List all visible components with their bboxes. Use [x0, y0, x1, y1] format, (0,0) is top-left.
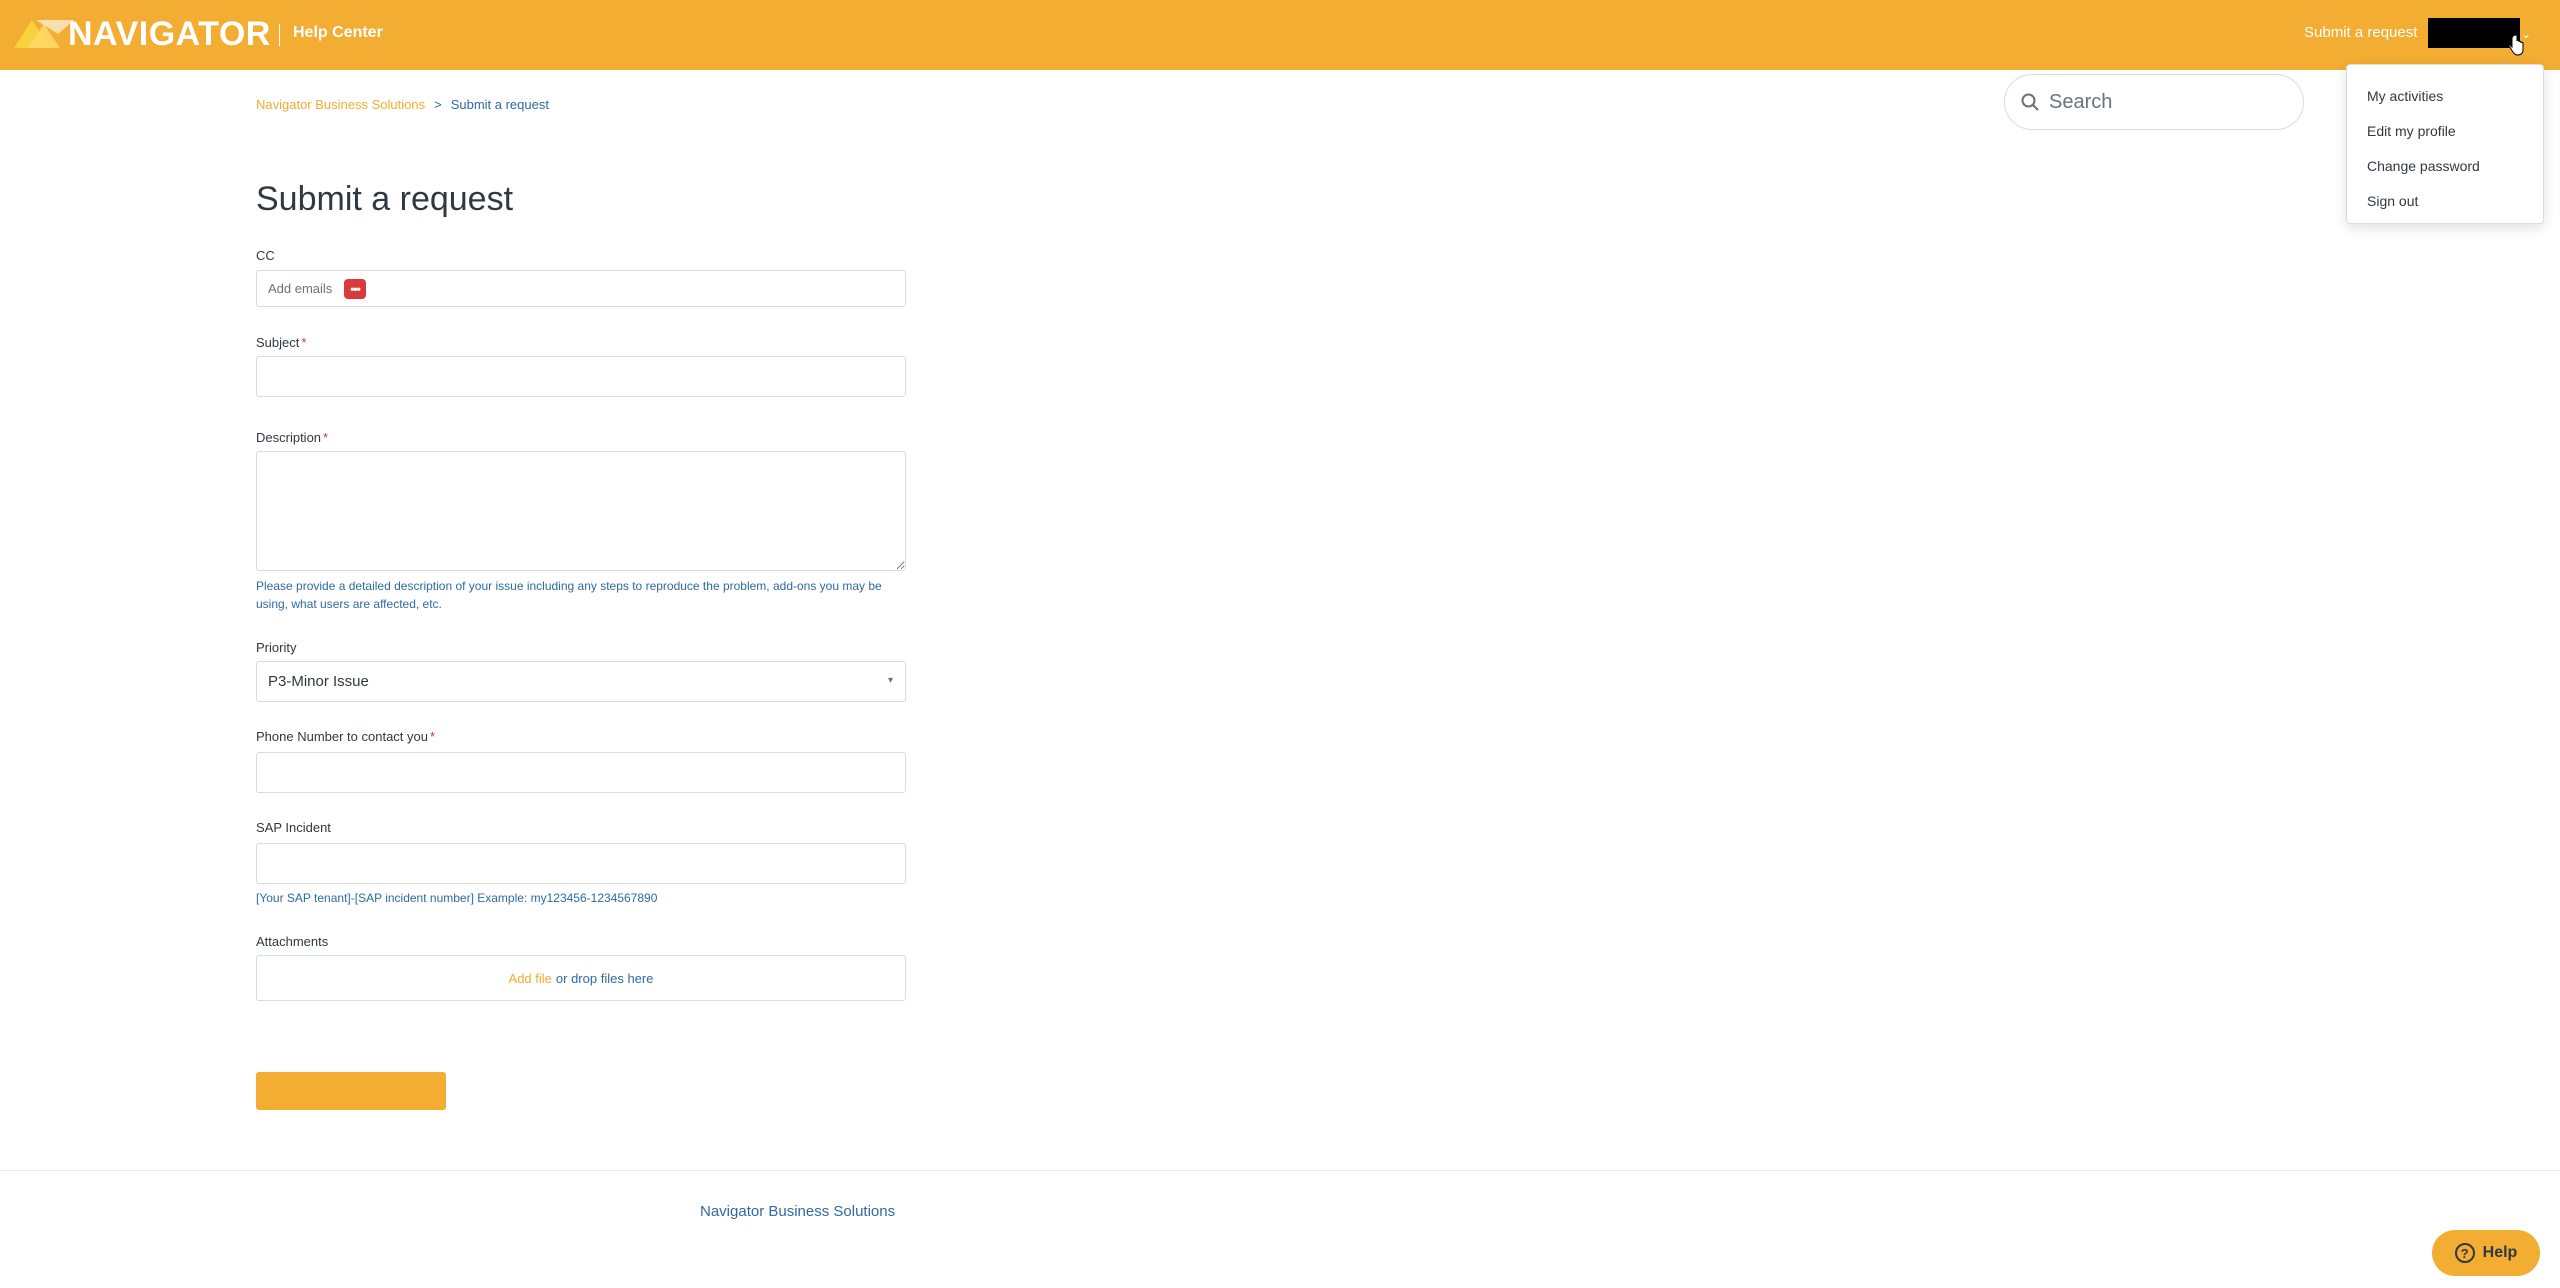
page-title: Submit a request: [256, 180, 514, 218]
attachments-label: Attachments: [256, 934, 329, 949]
breadcrumb-separator: >: [434, 97, 442, 112]
help-button-label: Help: [2482, 1244, 2518, 1261]
menu-item-change-password[interactable]: Change password: [2347, 149, 2543, 184]
search-icon: [2021, 93, 2039, 111]
breadcrumb: Navigator Business Solutions > Submit a …: [256, 97, 549, 112]
priority-label: Priority: [256, 640, 297, 655]
breadcrumb-current: Submit a request: [450, 97, 549, 112]
user-dropdown-menu: My activities Edit my profile Change pas…: [2346, 64, 2544, 224]
user-name-redacted[interactable]: [2428, 18, 2520, 48]
caret-down-icon: ▾: [887, 675, 893, 686]
priority-selected-value: P3-Minor Issue: [268, 673, 369, 690]
attachments-dropzone[interactable]: Add file or drop files here: [256, 955, 906, 1001]
header-submit-request-link[interactable]: Submit a request: [2304, 24, 2417, 41]
sap-incident-input[interactable]: [256, 843, 906, 884]
help-button[interactable]: ? Help: [2432, 1230, 2540, 1276]
navigator-logo-icon: [14, 20, 74, 48]
cc-email-input[interactable]: [268, 281, 340, 296]
search-input[interactable]: [2049, 90, 2289, 114]
navigator-logo[interactable]: NAVIGATOR: [14, 14, 271, 53]
description-label-text: Description: [256, 430, 322, 445]
question-mark-icon: ?: [2454, 1243, 2475, 1263]
subject-input[interactable]: [256, 356, 906, 397]
top-header: NAVIGATOR Help Center Submit a request ⌄: [0, 0, 2560, 70]
phone-label-text: Phone Number to contact you: [256, 729, 428, 744]
phone-input[interactable]: [256, 752, 906, 793]
subject-label: Subject *: [256, 335, 306, 350]
more-dots-icon[interactable]: •••: [344, 278, 366, 299]
subject-label-text: Subject: [256, 335, 300, 350]
priority-select[interactable]: P3-Minor Issue ▾: [256, 661, 906, 702]
description-textarea[interactable]: [256, 451, 906, 571]
drop-files-text: or drop files here: [555, 970, 654, 986]
description-hint: Please provide a detailed description of…: [256, 579, 882, 611]
required-mark: *: [323, 430, 329, 445]
cc-field[interactable]: •••: [256, 270, 906, 307]
footer-divider: [0, 1170, 2560, 1171]
mouse-cursor-icon: [2508, 34, 2524, 56]
submit-button[interactable]: [256, 1072, 446, 1110]
menu-item-sign-out[interactable]: Sign out: [2347, 184, 2543, 219]
menu-item-edit-profile[interactable]: Edit my profile: [2347, 114, 2543, 149]
search-box[interactable]: [2004, 74, 2304, 130]
breadcrumb-home-link[interactable]: Navigator Business Solutions: [256, 97, 425, 112]
logo-text: NAVIGATOR: [68, 14, 271, 53]
required-mark: *: [301, 335, 307, 350]
sap-incident-label: SAP Incident: [256, 820, 331, 835]
cc-label: CC: [256, 248, 275, 263]
menu-item-my-activities[interactable]: My activities: [2347, 79, 2543, 114]
sap-incident-hint: [Your SAP tenant]-[SAP incident number] …: [256, 891, 658, 905]
help-center-label[interactable]: Help Center: [293, 24, 383, 42]
required-mark: *: [430, 729, 436, 744]
add-file-link[interactable]: Add file: [509, 971, 552, 986]
description-label: Description *: [256, 430, 328, 445]
header-divider: [279, 24, 280, 46]
phone-label: Phone Number to contact you *: [256, 729, 435, 744]
footer-home-link[interactable]: Navigator Business Solutions: [700, 1203, 895, 1220]
